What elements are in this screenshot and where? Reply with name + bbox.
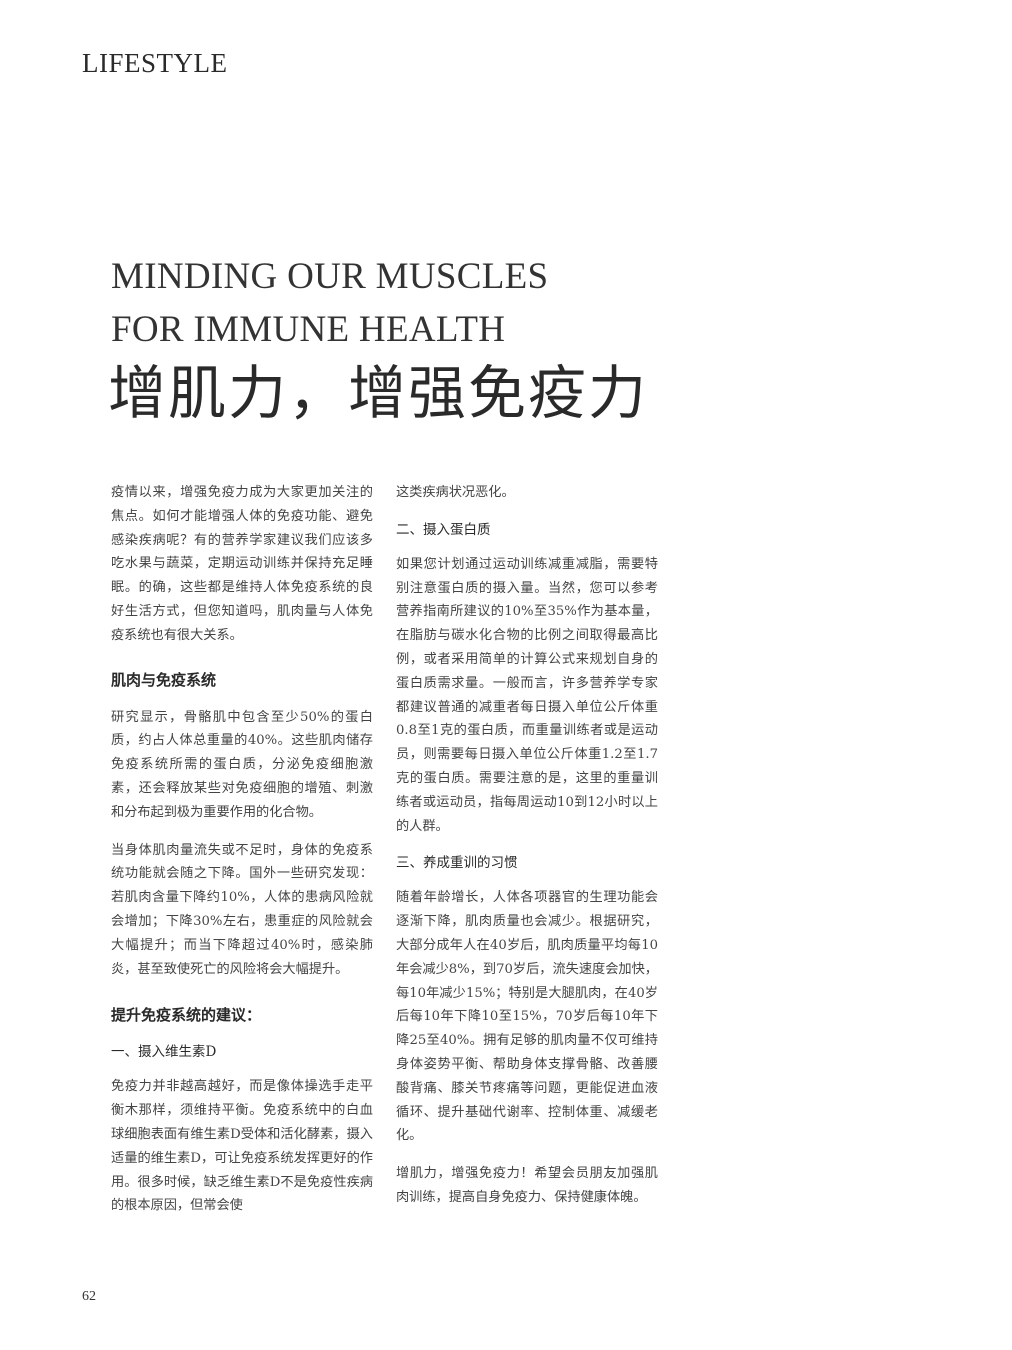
heading-advice: 提升免疫系统的建议： — [111, 1006, 262, 1025]
muscle-paragraph-1: 研究显示，骨骼肌中包含至少50%的蛋白质，约占人体总重量的40%。这些肌肉储存免… — [111, 709, 373, 820]
subheading-strength-habit: 三、养成重训的习惯 — [396, 855, 518, 872]
page-number: 62 — [82, 1289, 96, 1304]
heading-muscle-immune: 肌肉与免疫系统 — [111, 670, 217, 689]
title-line-1: MINDING OUR MUSCLES — [111, 256, 549, 297]
muscle-paragraph-2: 当身体肌肉量流失或不足时，身体的免疫系统功能就会随之下降。国外一些研究发现：若肌… — [111, 842, 373, 977]
vitamin-d-paragraph: 免疫力并非越高越好，而是像体操选手走平衡木那样，须维持平衡。免疫系统中的白血球细… — [111, 1079, 373, 1214]
title-line-2: FOR IMMUNE HEALTH — [111, 309, 506, 350]
article-title-english: MINDING OUR MUSCLES FOR IMMUNE HEALTH — [111, 250, 548, 356]
protein-paragraph: 如果您计划通过运动训练减重减脂，需要特别注意蛋白质的摄入量。当然，您可以参考营养… — [396, 556, 658, 834]
right-column: 这类疾病状况恶化。 二、摄入蛋白质 如果您计划通过运动训练减重减脂，需要特别注意… — [396, 481, 658, 1224]
strength-habit-paragraph: 随着年龄增长，人体各项器官的生理功能会逐渐下降，肌肉质量也会减少。根据研究，大部… — [396, 890, 658, 1144]
section-label: LIFESTYLE — [82, 48, 228, 78]
article-title-chinese: 增肌力，增强免疫力 — [108, 359, 649, 427]
intro-paragraph: 疫情以来，增强免疫力成为大家更加关注的焦点。如何才能增强人体的免疫功能、避免感染… — [111, 485, 373, 643]
continued-paragraph: 这类疾病状况恶化。 — [396, 485, 515, 500]
left-column: 疫情以来，增强免疫力成为大家更加关注的焦点。如何才能增强人体的免疫功能、避免感染… — [111, 481, 373, 1232]
subheading-protein: 二、摄入蛋白质 — [396, 521, 491, 538]
closing-paragraph: 增肌力，增强免疫力！希望会员朋友加强肌肉训练，提高自身免疫力、保持健康体魄。 — [396, 1166, 658, 1205]
subheading-vitamin-d: 一、摄入维生素D — [111, 1044, 217, 1061]
